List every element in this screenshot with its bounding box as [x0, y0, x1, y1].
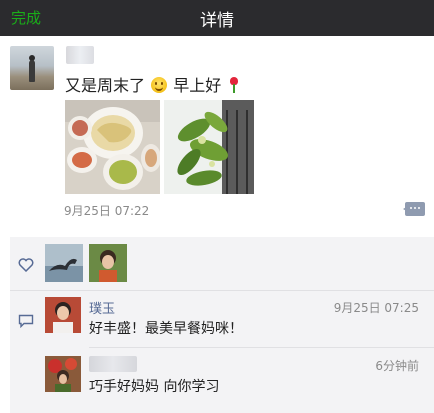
- comment-action-icon[interactable]: [403, 202, 425, 216]
- smile-emoji-icon: [151, 77, 168, 93]
- comment-text: 好丰盛！最美早餐妈咪！: [89, 321, 243, 337]
- post-photo-plant[interactable]: [164, 100, 254, 194]
- rose-emoji-icon: [228, 76, 240, 94]
- commenter-avatar[interactable]: [45, 297, 81, 333]
- post-photo-breakfast[interactable]: [65, 100, 160, 194]
- comment-timestamp: 9月25日 07:25: [333, 301, 419, 315]
- post-text-greeting: 早上好: [173, 76, 222, 95]
- comment-bubble-icon: [18, 314, 34, 328]
- author-avatar[interactable]: [10, 46, 54, 90]
- post-timestamp: 9月25日 07:22: [64, 204, 150, 218]
- post-text: 又是周末了 早上好: [65, 72, 240, 96]
- author-name[interactable]: [66, 46, 94, 64]
- post-text-main: 又是周末了: [65, 76, 146, 95]
- like-avatar[interactable]: [45, 244, 83, 282]
- comment-timestamp: 6分钟前: [375, 359, 419, 373]
- comment-divider: [89, 347, 434, 348]
- page-title: 详情: [200, 11, 234, 31]
- heart-icon: [18, 258, 34, 272]
- commenter-name[interactable]: [89, 356, 137, 372]
- comment-text: 巧手好妈妈 向你学习: [89, 379, 220, 395]
- commenter-name[interactable]: 璞玉: [89, 298, 115, 317]
- commenter-avatar[interactable]: [45, 356, 81, 392]
- like-avatar[interactable]: [89, 244, 127, 282]
- likes-divider: [10, 290, 434, 291]
